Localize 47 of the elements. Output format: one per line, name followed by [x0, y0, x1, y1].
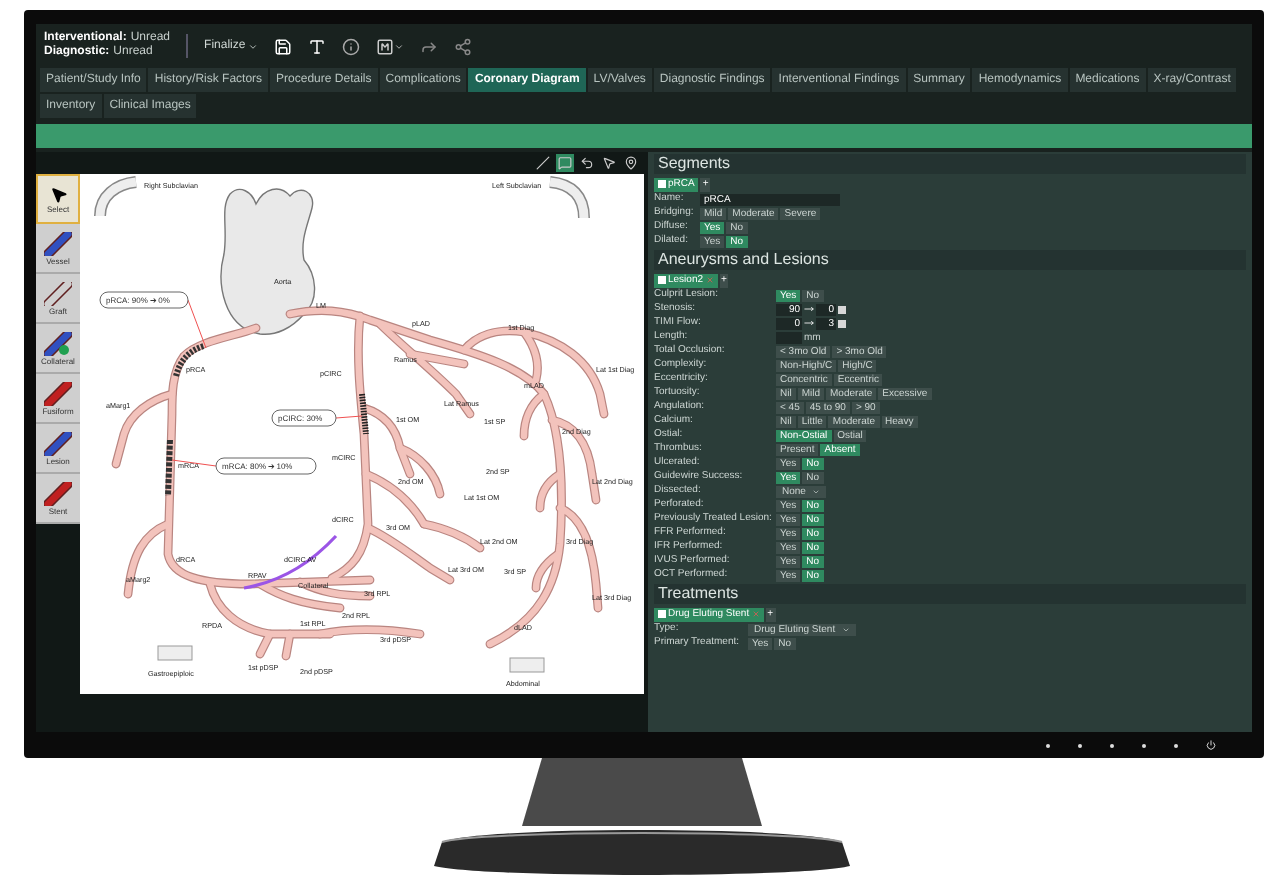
arrow-icon: [804, 304, 814, 314]
toolbar-button[interactable]: [534, 154, 552, 172]
undo-icon: [580, 156, 594, 170]
info-icon[interactable]: [341, 37, 360, 55]
vessel-icon: [44, 231, 72, 255]
callout-bubble: [99, 291, 189, 309]
section-header: Aneurysms and Lesions: [654, 250, 1246, 270]
caret-icon: [393, 41, 404, 51]
comment-icon: [558, 156, 572, 170]
leader-line: [335, 415, 363, 419]
vessel-icon: [44, 481, 72, 505]
pointer-icon: [602, 156, 616, 170]
vessel-icon: [44, 281, 72, 305]
vessel-icon: [44, 381, 72, 405]
chip-icon: [658, 610, 666, 618]
callout-bubble: [215, 457, 317, 475]
landmark-box: [509, 657, 545, 673]
cursor-icon: [49, 185, 67, 203]
pin-icon: [624, 156, 638, 170]
leader-line: [171, 459, 217, 467]
share-icon[interactable]: [453, 37, 472, 55]
caret-icon: [247, 41, 258, 51]
vessel-icon: [44, 331, 72, 355]
indicator-light: [1142, 743, 1146, 747]
indicator-light: [1174, 743, 1178, 747]
indicator-light: [1046, 743, 1050, 747]
section-header: Treatments: [654, 584, 1246, 604]
power-icon[interactable]: [1206, 740, 1216, 750]
document-icon[interactable]: [375, 37, 394, 55]
save-icon[interactable]: [273, 37, 292, 55]
landmark-box: [157, 645, 193, 661]
section-header: Segments: [654, 154, 1246, 174]
length-field[interactable]: [776, 331, 802, 343]
chip-icon: [658, 180, 666, 188]
toolbar-button[interactable]: [578, 154, 596, 172]
toolbar-button[interactable]: [600, 154, 618, 172]
arrow-icon: [804, 318, 814, 328]
chip-icon: [658, 276, 666, 284]
forward-icon[interactable]: [419, 37, 438, 55]
leader-line: [187, 299, 207, 349]
indicator-light: [1110, 743, 1114, 747]
indicator-light: [1078, 743, 1082, 747]
font-icon[interactable]: [307, 37, 326, 55]
toolbar-button[interactable]: [622, 154, 640, 172]
callout-bubble: [271, 409, 337, 427]
vessel-icon: [44, 431, 72, 455]
line-tool-icon: [536, 156, 550, 170]
